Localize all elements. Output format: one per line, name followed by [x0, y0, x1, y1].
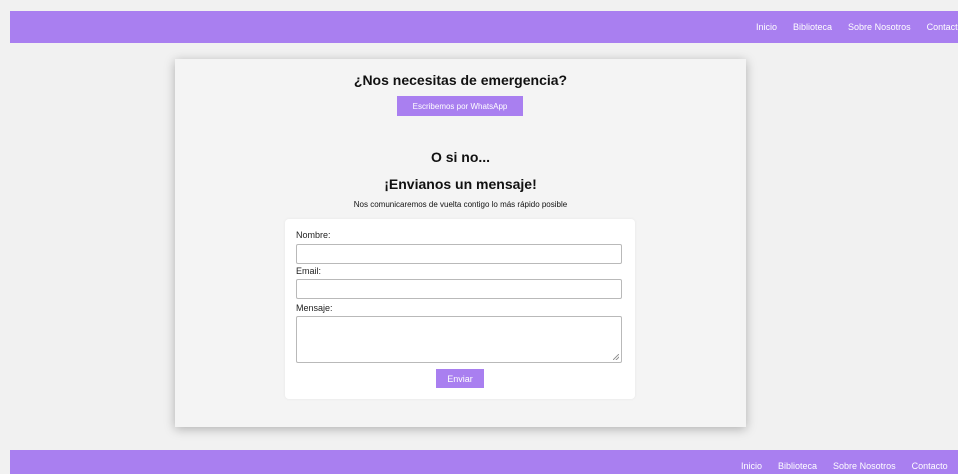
alternative-heading: O si no...: [430, 149, 491, 165]
whatsapp-button[interactable]: Escribemos por WhatsApp: [397, 96, 523, 116]
nav-link-contacto[interactable]: Contacto: [927, 22, 958, 32]
resize-grip-icon[interactable]: [613, 354, 619, 360]
email-input[interactable]: [296, 279, 622, 299]
contact-form: Nombre: Email: Mensaje: Enviar: [285, 219, 635, 399]
submit-button[interactable]: Enviar: [436, 369, 484, 388]
footer-link-contacto[interactable]: Contacto: [912, 461, 948, 471]
contact-card: ¿Nos necesitas de emergencia? Escribemos…: [175, 59, 746, 427]
nav-link-inicio[interactable]: Inicio: [756, 22, 777, 32]
page: Inicio Biblioteca Sobre Nosotros Contact…: [0, 0, 958, 474]
contact-subtitle: Nos comunicaremos de vuelta contigo lo m…: [353, 200, 568, 209]
name-label: Nombre:: [296, 230, 331, 240]
emergency-heading: ¿Nos necesitas de emergencia?: [353, 72, 568, 88]
send-message-heading: ¡Envianos un mensaje!: [384, 176, 537, 192]
footer-nav-menu: Inicio Biblioteca Sobre Nosotros Contact…: [741, 450, 948, 474]
footer-link-sobre-nosotros[interactable]: Sobre Nosotros: [833, 461, 896, 471]
top-nav-menu: Inicio Biblioteca Sobre Nosotros Contact…: [756, 11, 958, 43]
footer-link-biblioteca[interactable]: Biblioteca: [778, 461, 817, 471]
name-input[interactable]: [296, 244, 622, 264]
footer-link-inicio[interactable]: Inicio: [741, 461, 762, 471]
message-textarea[interactable]: [296, 316, 622, 363]
footer-navbar: Inicio Biblioteca Sobre Nosotros Contact…: [10, 450, 958, 474]
nav-link-biblioteca[interactable]: Biblioteca: [793, 22, 832, 32]
nav-link-sobre-nosotros[interactable]: Sobre Nosotros: [848, 22, 911, 32]
message-label: Mensaje:: [296, 303, 333, 313]
email-label: Email:: [296, 266, 322, 276]
top-navbar: Inicio Biblioteca Sobre Nosotros Contact…: [10, 11, 958, 43]
